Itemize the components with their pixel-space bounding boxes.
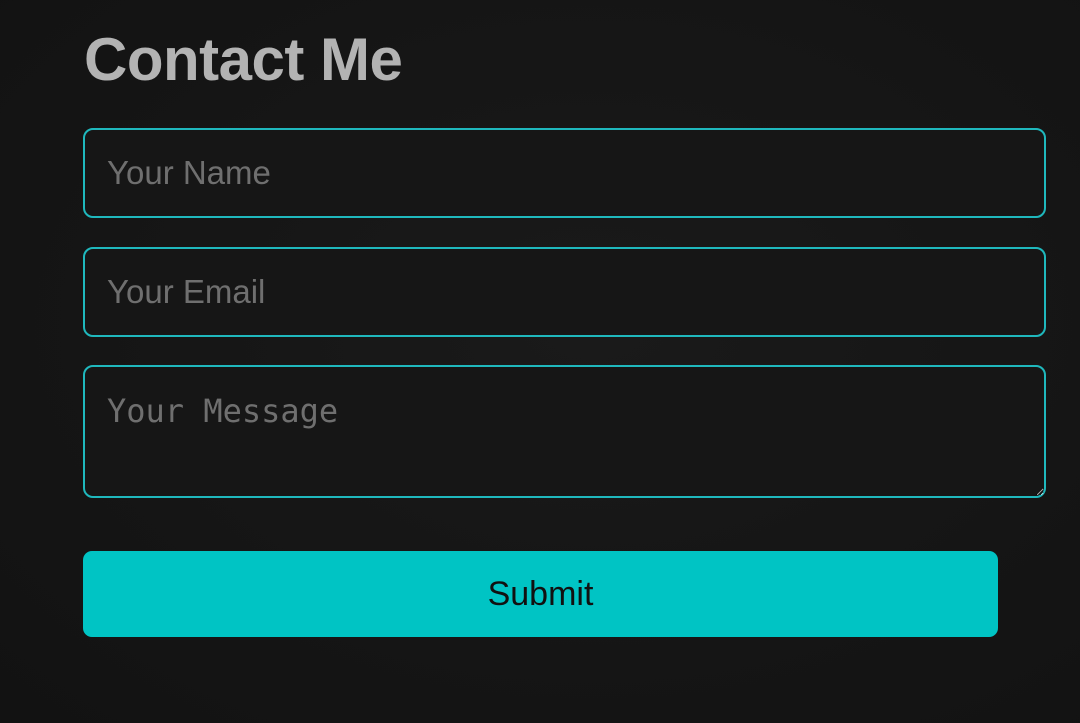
message-textarea[interactable] (83, 365, 1046, 498)
page-title: Contact Me (84, 26, 403, 93)
contact-page: Contact Me Submit (0, 0, 1080, 723)
email-input[interactable] (83, 247, 1046, 337)
name-input[interactable] (83, 128, 1046, 218)
submit-button[interactable]: Submit (83, 551, 998, 637)
